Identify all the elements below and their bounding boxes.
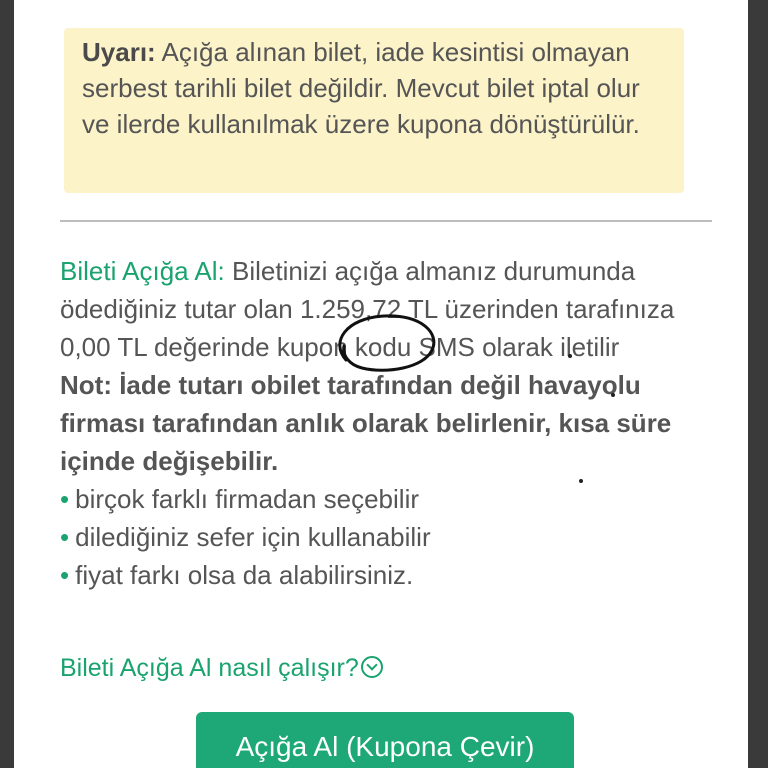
chevron-down-icon xyxy=(360,656,383,678)
speck-mark xyxy=(568,354,572,358)
info-label: Bileti Açığa Al: xyxy=(60,256,225,286)
list-item: • dilediğiniz sefer için kullanabilir xyxy=(60,518,720,556)
list-item: • fiyat farkı olsa da alabilirsiniz. xyxy=(60,556,720,594)
warning-box: Uyarı: Açığa alınan bilet, iade kesintis… xyxy=(64,28,684,193)
bullet-icon: • xyxy=(60,484,70,514)
warning-text: Açığa alınan bilet, iade kesintisi olmay… xyxy=(82,37,640,139)
list-item-text: fiyat farkı olsa da alabilirsiniz. xyxy=(75,560,414,590)
note-text: Not: İade tutarı obilet tarafından değil… xyxy=(60,370,672,476)
convert-to-coupon-button[interactable]: Açığa Al (Kupona Çevir) xyxy=(196,712,574,768)
divider xyxy=(60,220,712,222)
benefit-list: • birçok farklı firmadan seçebilir • diled… xyxy=(60,480,720,594)
warning-label: Uyarı: xyxy=(82,37,156,67)
how-it-works-link[interactable]: Bileti Açığa Al nasıl çalışır? xyxy=(60,650,383,686)
coupon-amount: 0,00 TL xyxy=(60,332,147,362)
list-item-text: dilediğiniz sefer için kullanabilir xyxy=(75,522,431,552)
list-item: • birçok farklı firmadan seçebilir xyxy=(60,480,720,518)
info-section: Bileti Açığa Al: Biletinizi açığa almanı… xyxy=(60,252,720,594)
info-paragraph: Bileti Açığa Al: Biletinizi açığa almanı… xyxy=(60,252,720,366)
how-it-works-label: Bileti Açığa Al nasıl çalışır? xyxy=(60,654,359,682)
bullet-icon: • xyxy=(60,522,70,552)
list-item-text: birçok farklı firmadan seçebilir xyxy=(75,484,419,514)
info-text-after: değerinde kupon kodu SMS olarak iletilir xyxy=(146,332,620,362)
bullet-icon: • xyxy=(60,560,70,590)
speck-mark xyxy=(611,393,615,397)
modal-sheet: Uyarı: Açığa alınan bilet, iade kesintis… xyxy=(14,0,748,768)
speck-mark xyxy=(579,479,583,483)
